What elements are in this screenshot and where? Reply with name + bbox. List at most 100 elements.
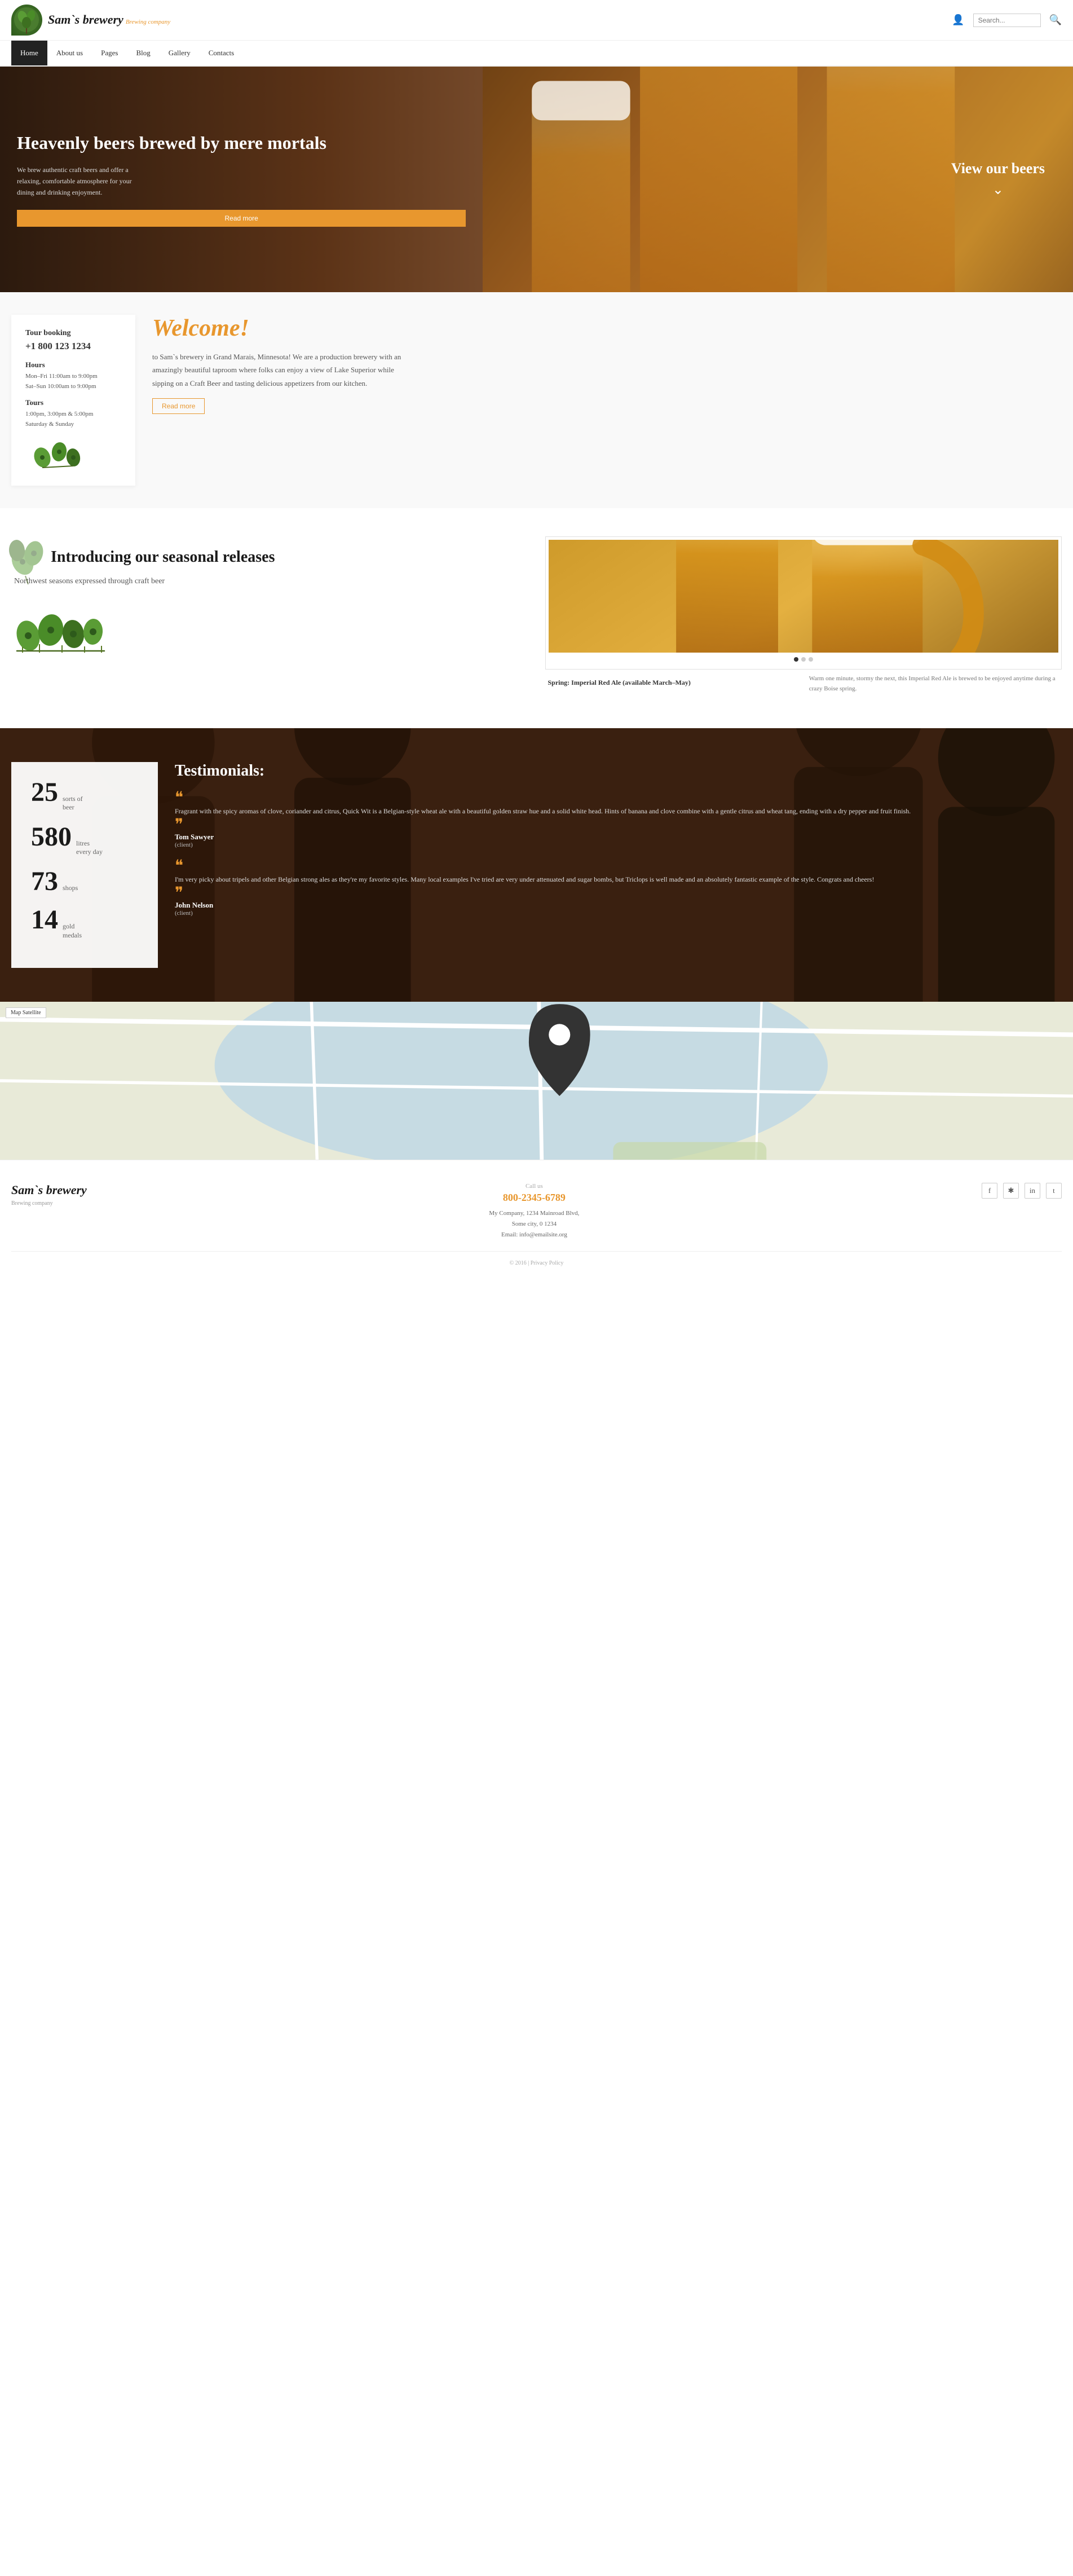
- stat-beer-sorts-number: 25: [31, 779, 58, 806]
- stat-beer-sorts: 25 sorts ofbeer: [31, 779, 138, 812]
- beer-image: [549, 540, 1059, 653]
- tour-booking-card: Tour booking +1 800 123 1234 Hours Mon–F…: [11, 315, 135, 486]
- nav-contacts[interactable]: Contacts: [200, 41, 244, 65]
- hero-description: We brew authentic craft beers and offer …: [17, 164, 141, 199]
- logo-area: Sam`s brewery Brewing company: [11, 5, 170, 36]
- footer-copyright: © 2016 | Privacy Policy: [510, 1260, 564, 1266]
- hero-section: Heavenly beers brewed by mere mortals We…: [0, 67, 1073, 292]
- footer-logo: Sam`s brewery Brewing company: [11, 1183, 87, 1208]
- footer-contact: Call us 800-2345-6789 My Company, 1234 M…: [489, 1183, 579, 1240]
- down-arrow-icon: ⌄: [951, 182, 1045, 198]
- stat-litres-number: 580: [31, 824, 72, 851]
- welcome-area: Welcome! to Sam`s brewery in Grand Marai…: [152, 315, 1062, 486]
- search-icon[interactable]: 🔍: [1049, 14, 1062, 26]
- logo-text: Sam`s brewery Brewing company: [48, 13, 170, 27]
- stat-litres: 580 litresevery day: [31, 824, 138, 857]
- social-twitter-icon[interactable]: t: [1046, 1183, 1062, 1199]
- hops-bottom-decoration: [11, 610, 124, 655]
- footer-address-line1: My Company, 1234 Mainroad Blvd,: [489, 1208, 579, 1219]
- seasonal-section: Introducing our seasonal releases Northw…: [0, 508, 1073, 728]
- map-background: Map Satellite: [0, 1002, 1073, 1160]
- beer-caption: Spring: Imperial Red Ale (available Marc…: [545, 674, 801, 689]
- main-nav: Home About us Pages Blog Gallery Contact…: [0, 41, 1073, 67]
- testimonial-2: ❝ I'm very picky about tripels and other…: [175, 862, 1062, 917]
- map-svg: [0, 1002, 1073, 1160]
- tours-title: Tours: [25, 398, 121, 407]
- testimonial-2-author: John Nelson: [175, 901, 1062, 910]
- testimonial-2-role: (client): [175, 910, 1062, 917]
- footer-content: Sam`s brewery Brewing company Call us 80…: [11, 1183, 1062, 1240]
- footer-phone-label: Call us: [489, 1183, 579, 1190]
- nav-home[interactable]: Home: [11, 41, 47, 65]
- testimonials-area: Testimonials: ❝ Fragrant with the spicy …: [175, 762, 1062, 968]
- stat-shops-label: shops: [63, 884, 78, 893]
- brand-name: Sam`s brewery: [48, 12, 123, 27]
- seasonal-description: Northwest seasons expressed through craf…: [11, 575, 528, 588]
- testimonial-1-author: Tom Sawyer: [175, 833, 1062, 842]
- hero-right: View our beers ⌄: [483, 67, 1073, 292]
- welcome-title: Welcome!: [152, 315, 1062, 342]
- nav-gallery[interactable]: Gallery: [160, 41, 200, 65]
- tour-booking-title: Tour booking: [25, 329, 121, 338]
- user-icon[interactable]: 👤: [952, 14, 964, 26]
- welcome-text: to Sam`s brewery in Grand Marais, Minnes…: [152, 350, 406, 390]
- quote-open-2-icon: ❝: [175, 862, 183, 870]
- map-section: Map Satellite: [0, 1002, 1073, 1160]
- tours-times: 1:00pm, 3:00pm & 5:00pm: [25, 409, 121, 420]
- slider-dots: [549, 653, 1059, 666]
- footer-bottom: © 2016 | Privacy Policy: [11, 1251, 1062, 1266]
- footer-brand-name: Sam`s brewery: [11, 1183, 87, 1197]
- welcome-read-more-button[interactable]: Read more: [152, 398, 205, 414]
- view-beers[interactable]: View our beers ⌄: [951, 161, 1045, 198]
- social-pinterest-icon[interactable]: ✱: [1003, 1183, 1019, 1199]
- quote-open-icon: ❝: [175, 794, 183, 802]
- quote-close-2-icon: ❞: [175, 890, 183, 897]
- stat-shops: 73 shops: [31, 868, 138, 895]
- view-beers-text: View our beers: [951, 161, 1045, 177]
- testimonial-1-text: Fragrant with the spicy aromas of clove,…: [175, 805, 1062, 817]
- info-section: Tour booking +1 800 123 1234 Hours Mon–F…: [0, 292, 1073, 508]
- hours-weekday: Mon–Fri 11:00am to 9:00pm: [25, 372, 121, 382]
- stat-medals-number: 14: [31, 906, 58, 933]
- footer-address-line2: Some city, 0 1234: [489, 1219, 579, 1230]
- top-icons: 👤 🔍: [952, 14, 1062, 27]
- seasonal-title: Introducing our seasonal releases: [11, 548, 528, 567]
- hero-beer-image: View our beers ⌄: [483, 67, 1073, 292]
- nav-about[interactable]: About us: [47, 41, 92, 65]
- logo-hops-icon: [11, 5, 42, 36]
- stat-litres-label: litresevery day: [76, 839, 103, 857]
- beer-slider: [545, 536, 1062, 670]
- hours-weekend: Sat–Sun 10:00am to 9:00pm: [25, 382, 121, 392]
- slider-dot-2[interactable]: [801, 657, 806, 662]
- quote-close-icon: ❞: [175, 821, 183, 829]
- search-input[interactable]: [973, 14, 1041, 27]
- beer-description: Warm one minute, stormy the next, this I…: [806, 674, 1062, 699]
- stats-box: 25 sorts ofbeer 580 litresevery day 73 s…: [11, 762, 158, 968]
- map-label: Map Satellite: [6, 1007, 46, 1018]
- stat-beer-sorts-label: sorts ofbeer: [63, 795, 83, 812]
- hours-title: Hours: [25, 360, 121, 369]
- slider-dot-1[interactable]: [794, 657, 798, 662]
- footer-email: Email: info@emailsite.org: [489, 1230, 579, 1240]
- testimonial-1-role: (client): [175, 842, 1062, 848]
- stat-medals: 14 goldmedals: [31, 906, 138, 940]
- testimonial-1: ❝ Fragrant with the spicy aromas of clov…: [175, 794, 1062, 848]
- nav-pages[interactable]: Pages: [92, 41, 127, 65]
- footer-social: f ✱ in t: [982, 1183, 1062, 1199]
- footer: Sam`s brewery Brewing company Call us 80…: [0, 1160, 1073, 1278]
- stat-shops-number: 73: [31, 868, 58, 895]
- stats-testimonials-section: 25 sorts ofbeer 580 litresevery day 73 s…: [0, 728, 1073, 1002]
- social-linkedin-icon[interactable]: in: [1025, 1183, 1040, 1199]
- footer-phone: 800-2345-6789: [489, 1192, 579, 1204]
- seasonal-left: Introducing our seasonal releases Northw…: [11, 536, 528, 658]
- hops-decoration-small: [25, 441, 93, 469]
- tour-booking-phone: +1 800 123 1234: [25, 341, 121, 352]
- social-facebook-icon[interactable]: f: [982, 1183, 997, 1199]
- nav-blog[interactable]: Blog: [127, 41, 159, 65]
- hero-read-more-button[interactable]: Read more: [17, 210, 466, 227]
- slider-dot-3[interactable]: [809, 657, 813, 662]
- hero-left: Heavenly beers brewed by mere mortals We…: [0, 67, 483, 292]
- hero-headline: Heavenly beers brewed by mere mortals: [17, 132, 466, 153]
- testimonials-title: Testimonials:: [175, 762, 1062, 780]
- testimonial-2-text: I'm very picky about tripels and other B…: [175, 874, 1062, 885]
